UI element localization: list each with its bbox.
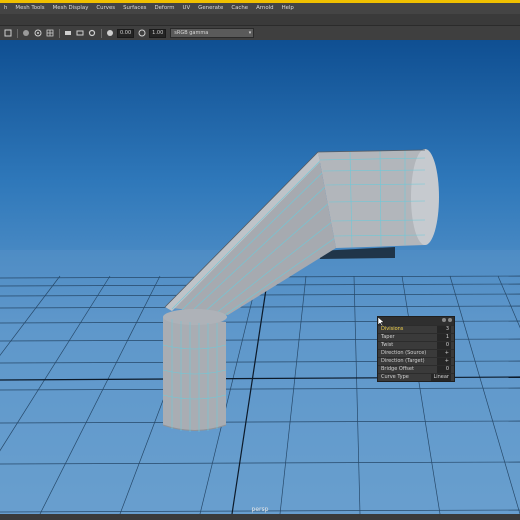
toolbar-separator <box>59 28 60 38</box>
colorspace-select[interactable]: sRGB gamma ▾ <box>170 28 255 38</box>
popup-row-bridge-offset[interactable]: Bridge Offset 0 <box>378 365 454 373</box>
popup-row-label: Bridge Offset <box>381 366 414 372</box>
exposure-field[interactable]: 0.00 <box>117 28 135 38</box>
mesh-top-arm-cap <box>411 149 439 245</box>
toolbar-separator <box>101 28 102 38</box>
status-bar <box>0 514 520 520</box>
popup-row-label: Curve Type <box>381 374 409 380</box>
popup-close-icon[interactable] <box>448 318 452 322</box>
popup-header[interactable] <box>378 317 454 326</box>
menu-bar: h Mesh Tools Mesh Display Curves Surface… <box>0 3 520 14</box>
colorspace-value: sRGB gamma <box>174 30 209 36</box>
menu-item-generate[interactable]: Generate <box>194 3 227 14</box>
popup-row-value[interactable]: Linear <box>431 374 451 381</box>
3d-viewport[interactable]: Divisions 3 Taper 1 Twist 0 Direction (S… <box>0 40 520 514</box>
menu-item-arnold[interactable]: Arnold <box>252 3 277 14</box>
menu-item-uv[interactable]: UV <box>179 3 195 14</box>
snapshot-icon[interactable] <box>34 29 42 37</box>
camera-icon[interactable] <box>64 29 72 37</box>
popup-row-value[interactable]: 0 <box>437 366 451 373</box>
camera-alt-icon[interactable] <box>76 29 84 37</box>
popup-row-twist[interactable]: Twist 0 <box>378 341 454 349</box>
popup-controls <box>442 318 452 322</box>
popup-row-label: Direction (Source) <box>381 350 427 356</box>
menu-item-deform[interactable]: Deform <box>150 3 178 14</box>
render-icon[interactable] <box>22 29 30 37</box>
menu-item-curves[interactable]: Curves <box>92 3 119 14</box>
popup-row-label: Taper <box>381 334 395 340</box>
menu-item-mesh-tools[interactable]: Mesh Tools <box>11 3 48 14</box>
popup-row-value[interactable]: 1 <box>437 334 451 341</box>
popup-row-taper[interactable]: Taper 1 <box>378 333 454 341</box>
menu-item-mesh-display[interactable]: Mesh Display <box>49 3 93 14</box>
popup-row-label: Divisions <box>381 326 404 332</box>
popup-row-value[interactable]: + <box>437 350 451 357</box>
gamma-icon[interactable] <box>138 29 146 37</box>
chevron-down-icon: ▾ <box>248 30 252 36</box>
popup-pin-icon[interactable] <box>442 318 446 322</box>
gear-icon[interactable] <box>88 29 96 37</box>
grid-icon[interactable] <box>46 29 54 37</box>
menu-item-cache[interactable]: Cache <box>227 3 252 14</box>
shelf-area <box>0 14 520 25</box>
camera-label: persp <box>251 506 269 513</box>
menu-item-help[interactable]: Help <box>278 3 298 14</box>
toolbar-separator <box>17 28 18 38</box>
bridge-options-popup: Divisions 3 Taper 1 Twist 0 Direction (S… <box>377 316 455 382</box>
viewport-scene <box>0 149 520 514</box>
mesh-leg-top <box>163 309 227 325</box>
exposure-icon[interactable] <box>106 29 114 37</box>
menu-item-surfaces[interactable]: Surfaces <box>119 3 150 14</box>
menu-item-partial[interactable]: h <box>0 3 11 14</box>
mouse-cursor-icon <box>378 317 385 326</box>
popup-row-value[interactable]: 0 <box>437 342 451 349</box>
popup-row-direction-source[interactable]: Direction (Source) + <box>378 349 454 357</box>
display-icon[interactable] <box>4 29 12 37</box>
popup-row-value[interactable]: 3 <box>437 326 451 333</box>
popup-row-curve-type[interactable]: Curve Type Linear <box>378 373 454 381</box>
gamma-field[interactable]: 1.00 <box>149 28 167 38</box>
viewport-toolbar: 0.00 1.00 sRGB gamma ▾ <box>0 25 520 41</box>
popup-row-direction-target[interactable]: Direction (Target) + <box>378 357 454 365</box>
popup-row-label: Direction (Target) <box>381 358 425 364</box>
popup-row-value[interactable]: + <box>437 358 451 365</box>
popup-row-divisions[interactable]: Divisions 3 <box>378 325 454 333</box>
popup-row-label: Twist <box>381 342 394 348</box>
mesh-top-arm <box>318 150 425 248</box>
